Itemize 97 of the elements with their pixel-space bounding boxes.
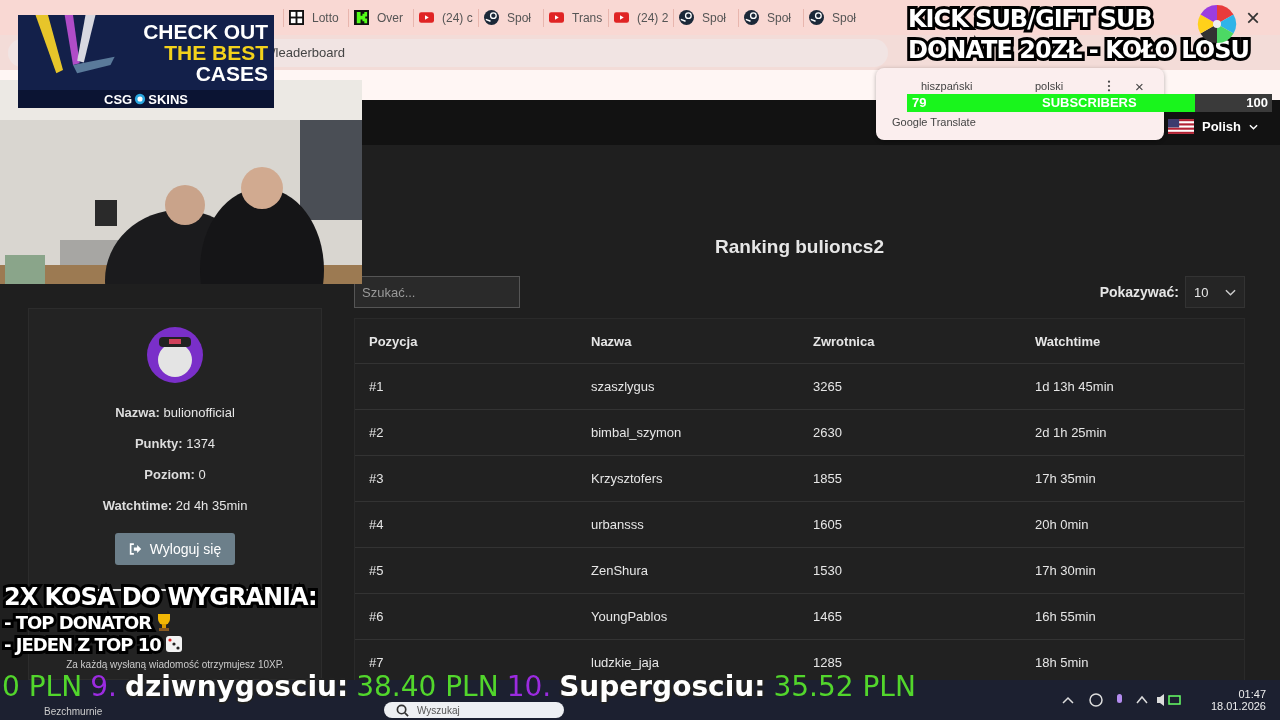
table-cell-text: 16h 55min bbox=[1035, 609, 1097, 624]
subscriber-count: 79 bbox=[912, 95, 927, 110]
table-cell-text: 17h 35min bbox=[1035, 471, 1097, 486]
donation-ticker-text: Supergosciu: bbox=[559, 672, 766, 702]
table-cell-text: 1285 bbox=[813, 655, 843, 670]
table-cell-text: #7 bbox=[369, 655, 385, 670]
brand-text: CSG bbox=[104, 91, 133, 107]
table-cell-text: #6 bbox=[369, 609, 385, 624]
language-dropdown[interactable]: Polish bbox=[1168, 119, 1258, 134]
page-title: Ranking bulioncs2 bbox=[714, 235, 885, 259]
table-cell-text: 1605 bbox=[813, 517, 843, 532]
logout-icon bbox=[128, 543, 142, 555]
translate-brand: Google Translate bbox=[891, 116, 977, 128]
table-cell-text: 2d 1h 25min bbox=[1035, 425, 1108, 440]
giveaway-item: - JEDEN Z TOP 10 bbox=[4, 633, 161, 655]
table-cell-text: 2630 bbox=[813, 425, 843, 440]
clock-date: 18.01.2026 bbox=[1210, 700, 1266, 712]
grid-icon bbox=[289, 10, 304, 25]
donation-ticker-text: 38.40 PLN bbox=[356, 672, 499, 702]
close-button[interactable]: × bbox=[1135, 77, 1144, 95]
giveaway-item: - TOP DONATOR bbox=[4, 611, 152, 633]
donation-ticker-text: 9. bbox=[90, 672, 117, 702]
table-cell-text: 3265 bbox=[813, 379, 843, 394]
browser-tab[interactable]: Społ bbox=[673, 8, 738, 27]
avatar bbox=[147, 327, 203, 383]
table-cell-text: ZenShura bbox=[591, 563, 650, 578]
chevron-down-icon bbox=[1249, 123, 1258, 130]
browser-tab[interactable]: Lotto bbox=[283, 8, 348, 27]
overlay-text: KICK SUB/GIFT SUB bbox=[908, 4, 1152, 35]
brand-text: SKINS bbox=[148, 91, 188, 107]
column-header: Watchtime bbox=[1035, 333, 1102, 349]
steam-icon bbox=[679, 10, 694, 25]
column-header: Nazwa bbox=[591, 333, 633, 349]
taskbar-search-field[interactable]: Wyszukaj bbox=[384, 702, 564, 718]
donation-ticker-text: 0 PLN bbox=[2, 672, 83, 702]
table-cell-text: #4 bbox=[369, 517, 385, 532]
table-cell-text: 1530 bbox=[813, 563, 843, 578]
weather-condition: Bezchmurnie bbox=[44, 706, 104, 717]
subscriber-label: SUBSCRIBERS bbox=[1042, 95, 1137, 110]
search-field[interactable]: Szukać... bbox=[354, 276, 520, 308]
table-cell-text: 1465 bbox=[813, 609, 843, 624]
play-icon bbox=[419, 10, 434, 25]
table-cell-text: YoungPablos bbox=[591, 609, 669, 624]
table-cell-text: Krzysztofers bbox=[591, 471, 664, 486]
table-cell-text: #2 bbox=[369, 425, 385, 440]
profile-field: Punkty: 1374 bbox=[134, 436, 216, 467]
play-icon bbox=[549, 10, 564, 25]
clock-time: 01:47 bbox=[1238, 688, 1266, 700]
steam-icon bbox=[744, 10, 759, 25]
xp-note: Za każdą wysłaną wiadomość otrzymujesz 10XP. bbox=[66, 659, 284, 671]
target-icon bbox=[134, 93, 147, 105]
table-cell-text: urbansss bbox=[591, 517, 645, 532]
table-cell-text: ludzkie_jaja bbox=[591, 655, 660, 670]
browser-tab[interactable]: Trans bbox=[543, 8, 608, 27]
table-cell-text: bimbal_szymon bbox=[591, 425, 683, 440]
logout-button[interactable]: Wyloguj się bbox=[114, 533, 236, 565]
table-cell-text: 17h 30min bbox=[1035, 563, 1097, 578]
giveaway-title: 2X KOSA DO WYGRANIA: bbox=[4, 583, 317, 611]
source-language-tab[interactable]: hiszpański bbox=[921, 80, 1035, 92]
donation-ticker-text: 35.52 PLN bbox=[773, 672, 916, 702]
steam-icon bbox=[809, 10, 824, 25]
play-icon bbox=[614, 10, 629, 25]
browser-tab[interactable]: Over bbox=[348, 8, 413, 27]
profile-field: Nazwa: bulionofficial bbox=[115, 405, 235, 436]
browser-tab[interactable]: (24) c bbox=[413, 8, 478, 27]
table-cell-text: 1855 bbox=[813, 471, 843, 486]
subscriber-goal: 100 bbox=[1246, 95, 1268, 110]
system-tray-icons[interactable] bbox=[1060, 691, 1181, 709]
column-header: Zwrotnica bbox=[813, 333, 876, 349]
profile-field: Poziom: 0 bbox=[144, 467, 206, 498]
table-cell-text: 1d 13h 45min bbox=[1035, 379, 1115, 394]
donation-ticker-text: 10. bbox=[506, 672, 552, 702]
target-language-tab[interactable]: polski bbox=[1035, 80, 1107, 92]
table-cell-text: #3 bbox=[369, 471, 385, 486]
page-size-select[interactable]: 10 bbox=[1185, 276, 1245, 308]
browser-tab[interactable]: Społ bbox=[803, 8, 868, 27]
chevron-down-icon bbox=[1225, 288, 1236, 296]
table-cell-text: #5 bbox=[369, 563, 385, 578]
steam-icon bbox=[484, 10, 499, 25]
browser-tab[interactable]: (24) 2 bbox=[608, 8, 673, 27]
search-icon bbox=[396, 703, 409, 717]
browser-tab[interactable]: Społ bbox=[738, 8, 803, 27]
browser-tab[interactable]: Społ bbox=[478, 8, 543, 27]
page-size-label: Pokazywać: bbox=[1099, 284, 1179, 300]
table-cell-text: #1 bbox=[369, 379, 385, 394]
table-cell-text: 18h 5min bbox=[1035, 655, 1090, 670]
table-cell-text: szaszlygus bbox=[591, 379, 656, 394]
overlay-text: DONATE 20ZŁ - KOŁO LOSU bbox=[908, 35, 1249, 66]
more-options-icon[interactable] bbox=[1107, 80, 1111, 92]
table-cell-text: 20h 0min bbox=[1035, 517, 1090, 532]
k-logo-icon bbox=[354, 10, 369, 25]
donation-ticker-text: dziwnygosciu: bbox=[124, 672, 349, 702]
profile-field: Watchtime: 2d 4h 35min bbox=[102, 498, 248, 529]
ad-headline: THE BEST bbox=[164, 42, 268, 63]
column-header: Pozycja bbox=[369, 333, 419, 349]
flag-icon bbox=[1168, 119, 1194, 134]
close-button[interactable]: × bbox=[1246, 4, 1260, 32]
